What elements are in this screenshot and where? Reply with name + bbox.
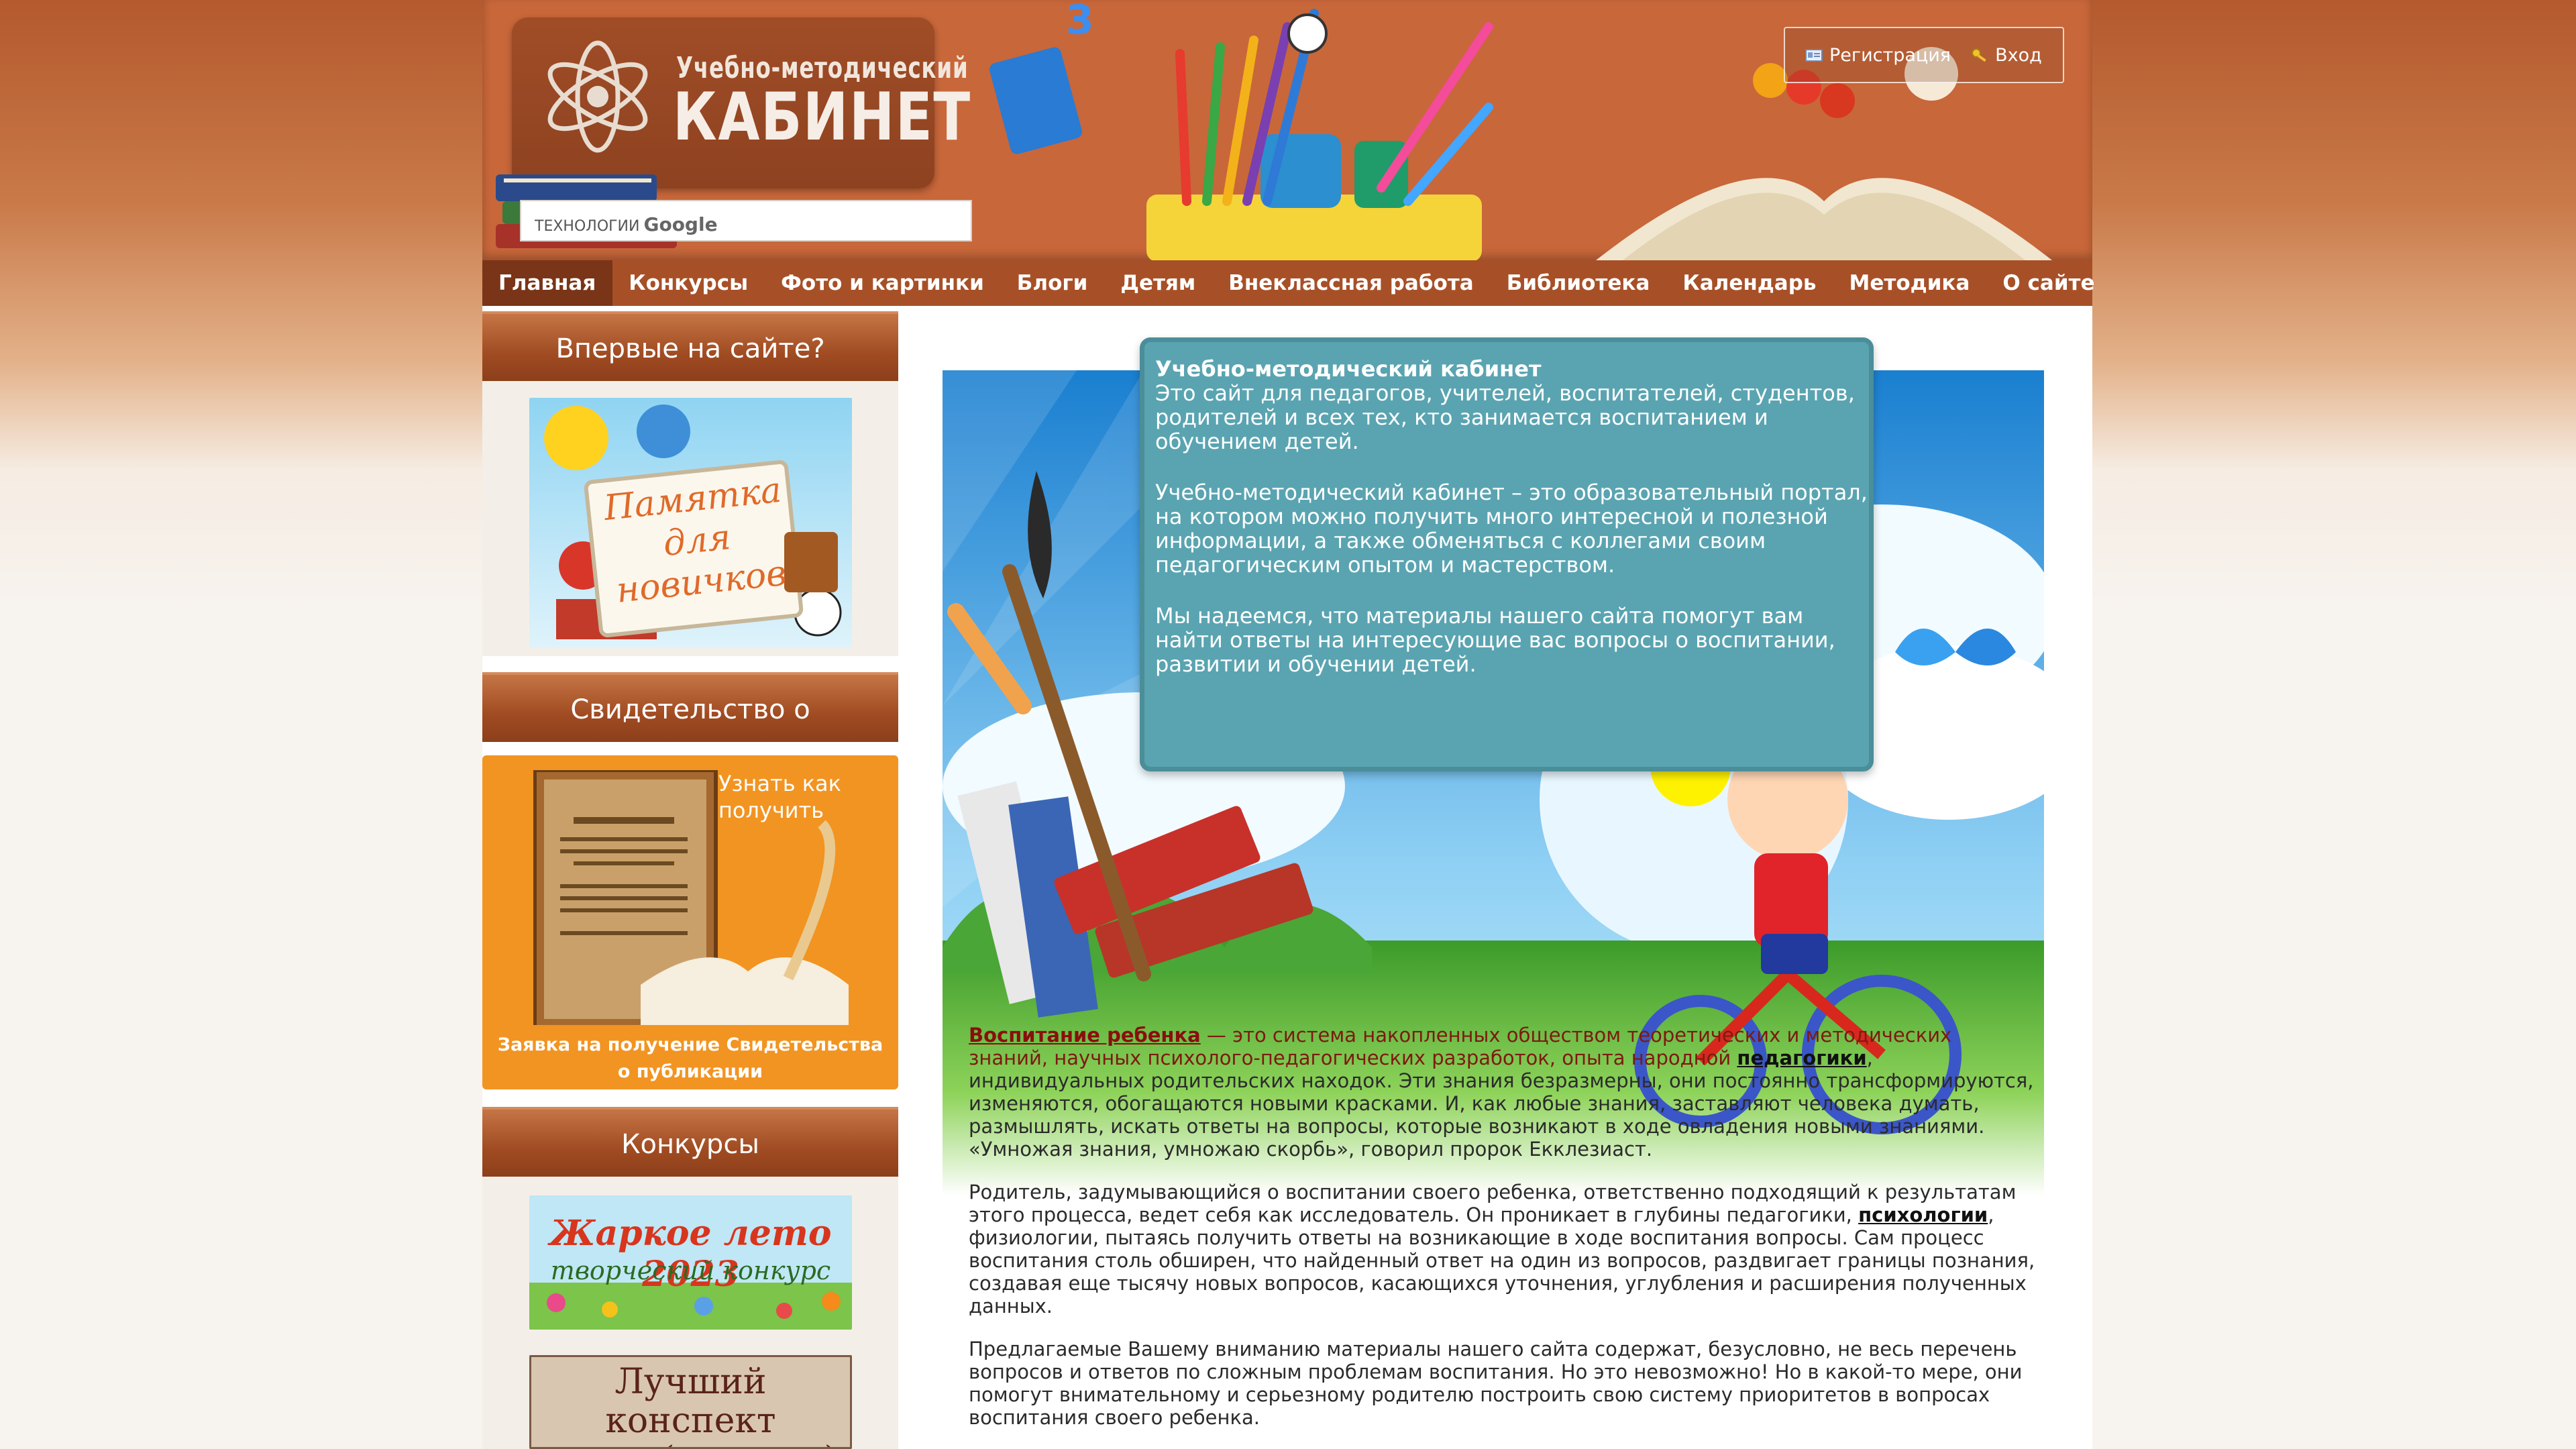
nav-item-calendar[interactable]: Календарь [1666, 260, 1833, 306]
welcome-title: Учебно-методический кабинет [1155, 356, 1542, 382]
school-supplies-illustration: 3 [989, 0, 1493, 260]
search-placeholder: ТЕХНОЛОГИИ Google [535, 213, 718, 235]
article: Воспитание ребенка — это система накопле… [969, 1024, 2035, 1449]
atom-logo-icon [547, 40, 648, 153]
page: Учебно-методический КАБИНЕТ ТЕХНОЛОГИИ Go… [482, 0, 2095, 1449]
nav-item-extracurricular[interactable]: Внеклассная работа [1212, 260, 1490, 306]
contests-heading: Конкурсы [482, 1107, 898, 1177]
upbringing-link[interactable]: Воспитание ребенка [969, 1024, 1201, 1046]
nav-item-about[interactable]: О сайте [1986, 260, 2111, 306]
contest1-subtitle: творческий конкурс [550, 1256, 831, 1285]
nav-item-contests[interactable]: Конкурсы [612, 260, 765, 306]
nav-item-blogs[interactable]: Блоги [1001, 260, 1105, 306]
newcomer-banner[interactable]: Памятка для новичков [529, 398, 852, 648]
welcome-paragraph-2: Учебно-методический кабинет – это образо… [1155, 480, 1868, 578]
certificate-heading: Свидетельство о [482, 672, 898, 742]
article-paragraph-3: Предлагаемые Вашему вниманию материалы н… [969, 1338, 2023, 1429]
nav-item-kids[interactable]: Детям [1104, 260, 1212, 306]
logo-title-line2: КАБИНЕТ [673, 79, 971, 156]
contest2-title-line2: урока (занятия) [531, 1440, 850, 1447]
login-label: Вход [1995, 44, 2042, 66]
register-label: Регистрация [1829, 44, 1951, 66]
google-search-input[interactable]: ТЕХНОЛОГИИ Google [520, 200, 972, 241]
id-card-icon [1805, 49, 1823, 62]
contest-banner-summer[interactable]: Жаркое лето 2023 творческий конкурс [529, 1195, 852, 1330]
search-placeholder-prefix: ТЕХНОЛОГИИ [535, 218, 640, 235]
nav-item-photos[interactable]: Фото и картинки [765, 260, 1001, 306]
certificate-panel[interactable]: Узнать как получить Заявка на получение … [482, 755, 898, 1089]
auth-panel: Регистрация Вход [1784, 27, 2064, 83]
contest2-title-line1: Лучший конспект [605, 1362, 776, 1441]
nav-item-methods[interactable]: Методика [1833, 260, 1987, 306]
article-paragraph-2: Родитель, задумывающийся о воспитании св… [969, 1181, 2035, 1318]
welcome-box: Учебно-методический кабинет Это сайт для… [1140, 337, 1874, 771]
register-link[interactable]: Регистрация [1805, 45, 1951, 66]
welcome-paragraph-3: Мы надеемся, что материалы нашего сайта … [1155, 603, 1835, 677]
newcomer-banner-text: Памятка для новичков [597, 469, 797, 612]
main-nav: Главная Конкурсы Фото и картинки Блоги Д… [482, 260, 2095, 306]
newcomer-heading: Впервые на сайте? [482, 311, 898, 381]
nav-item-home[interactable]: Главная [482, 260, 613, 306]
nav-item-library[interactable]: Библиотека [1491, 260, 1667, 306]
search-placeholder-brand: Google [643, 213, 718, 235]
article-paragraph-1: Воспитание ребенка — это система накопле… [969, 1024, 2035, 1161]
pedagogy-link[interactable]: педагогики [1737, 1046, 1866, 1069]
svg-text:3: 3 [1066, 0, 1094, 44]
certificate-caption[interactable]: Заявка на получение Свидетельства о публ… [496, 1032, 885, 1085]
contest-banner-lesson[interactable]: Лучший конспект урока (занятия) [529, 1355, 852, 1449]
site-header: Учебно-методический КАБИНЕТ ТЕХНОЛОГИИ Go… [482, 0, 2092, 260]
psychology-link[interactable]: психологии [1858, 1203, 1988, 1226]
login-link[interactable]: Вход [1971, 45, 2042, 66]
contest2-title: Лучший конспект урока (занятия) [531, 1362, 850, 1447]
key-icon [1972, 48, 1986, 62]
welcome-paragraph-1: Это сайт для педагогов, учителей, воспит… [1155, 380, 1855, 454]
certificate-banner-text: Узнать как получить [718, 771, 841, 823]
